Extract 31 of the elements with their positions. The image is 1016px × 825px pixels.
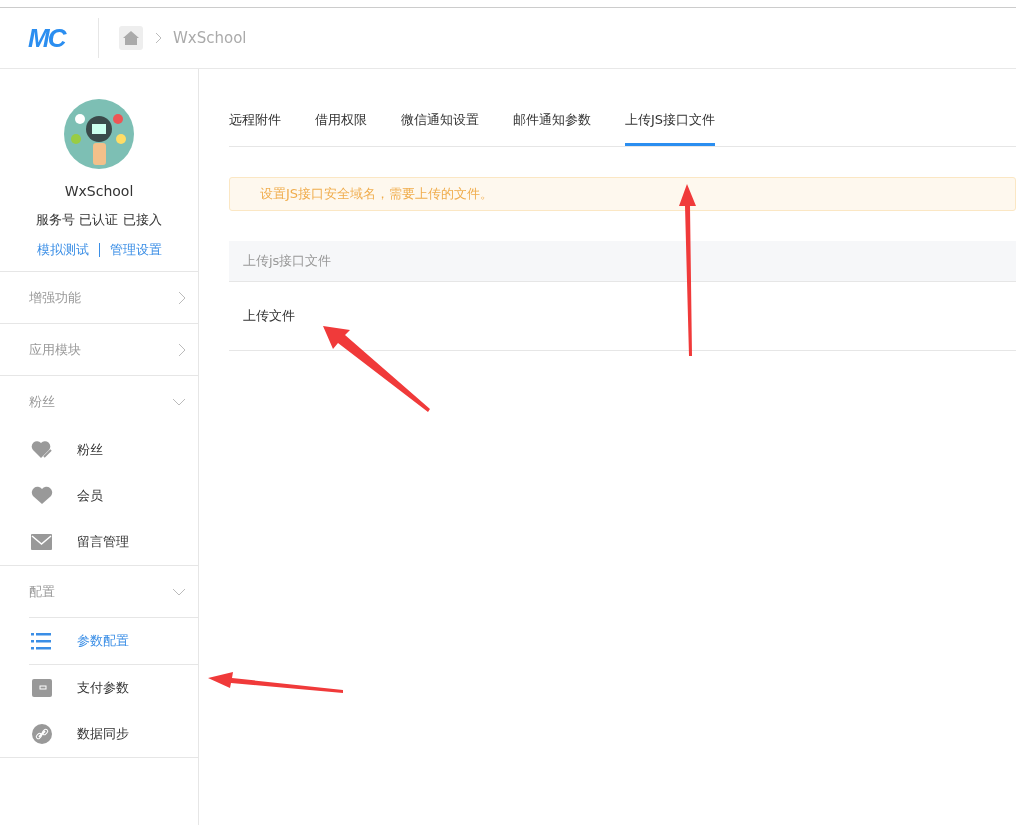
chevron-right-icon [178,342,186,357]
logo: MC [28,22,67,54]
heart-icon [31,486,53,506]
menu-item[interactable]: 数据同步 [0,711,198,757]
chevron-down-icon [172,587,186,596]
chevron-right-icon [155,32,163,44]
avatar-drawing [64,99,134,169]
tab[interactable]: 借用权限 [315,99,367,146]
account-link[interactable]: 模拟测试 [36,241,89,259]
menu-item[interactable]: 参数配置 [29,617,198,665]
tab[interactable]: 微信通知设置 [401,99,479,146]
home-icon[interactable] [119,26,143,50]
chevron-down-icon [172,397,186,406]
panel-title: 上传js接口文件 [243,252,332,270]
menu-item[interactable]: 会员 [0,473,198,519]
menu-item[interactable]: 粉丝 [0,427,198,473]
mail-icon [31,533,53,551]
chevron-right-icon [178,290,186,305]
menu-item[interactable]: 支付参数 [0,665,198,711]
wallet-icon [31,678,53,698]
heart-pen-icon [31,440,53,460]
account-status: 服务号 已认证 已接入 [36,211,162,229]
account-link[interactable]: 管理设置 [109,241,162,259]
list-icon [31,632,53,650]
tab[interactable]: 上传JS接口文件 [625,99,716,146]
tab[interactable]: 邮件通知参数 [513,99,591,146]
tab[interactable]: 远程附件 [229,99,281,146]
link-icon [31,723,53,745]
account-name: WxSchool [64,183,134,199]
menu-item[interactable]: 留言管理 [0,519,198,565]
notice-text: 设置JS接口安全域名，需要上传的文件。 [260,185,494,203]
